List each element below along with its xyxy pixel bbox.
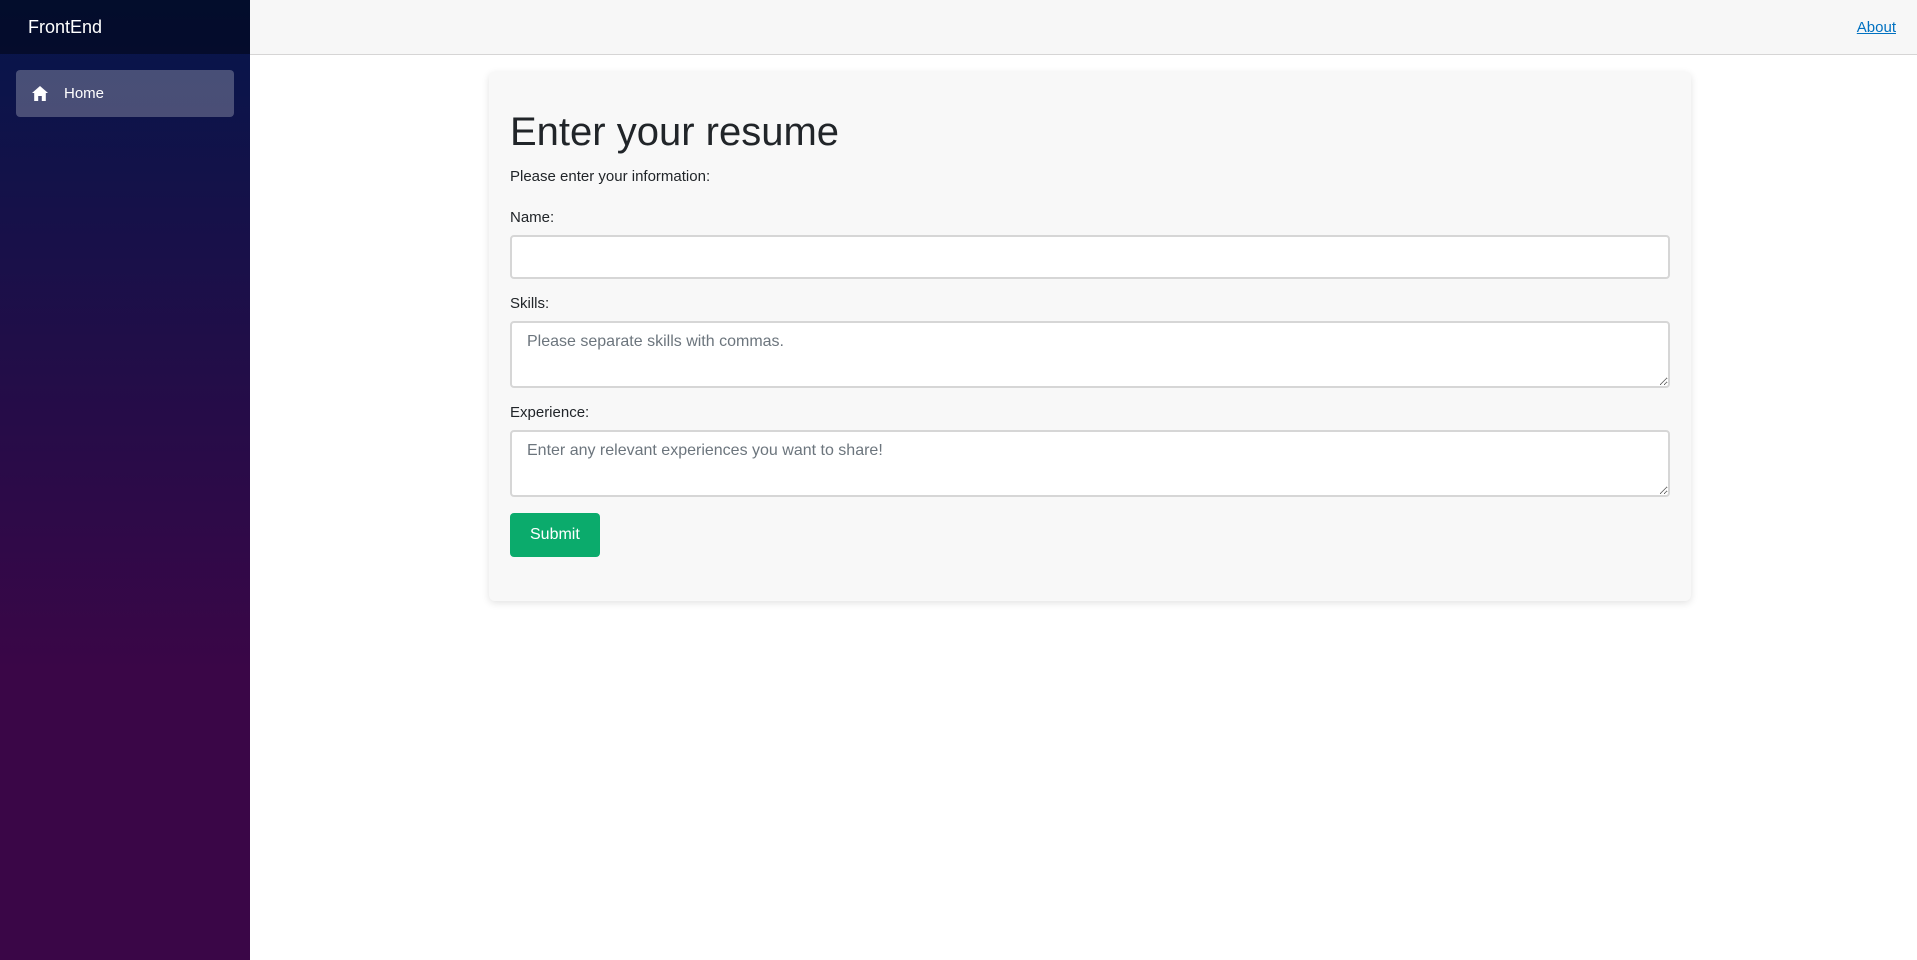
page-content: Enter your resume Please enter your info…	[250, 55, 1917, 960]
top-bar: About	[250, 0, 1917, 55]
sidebar: FrontEnd Home	[0, 0, 250, 960]
resume-card: Enter your resume Please enter your info…	[489, 72, 1691, 601]
name-label: Name:	[510, 209, 555, 226]
form-intro: Please enter your information:	[510, 168, 711, 185]
app-root: FrontEnd Home About Enter your resume Pl…	[0, 0, 1917, 960]
about-link[interactable]: About	[1857, 19, 1896, 36]
main-area: About Enter your resume Please enter you…	[250, 0, 1917, 960]
home-icon	[30, 84, 50, 104]
skills-textarea[interactable]	[510, 321, 1670, 388]
sidebar-header: FrontEnd	[0, 0, 250, 54]
name-field[interactable]	[510, 235, 1670, 279]
page-title: Enter your resume	[510, 110, 840, 154]
submit-button[interactable]: Submit	[510, 513, 600, 557]
brand-link[interactable]: FrontEnd	[28, 17, 102, 38]
experience-label: Experience:	[510, 404, 590, 421]
sidebar-item-home[interactable]: Home	[16, 70, 234, 117]
sidebar-item-label: Home	[64, 85, 105, 102]
skills-label: Skills:	[510, 295, 550, 312]
experience-textarea[interactable]	[510, 430, 1670, 497]
sidebar-nav: Home	[0, 54, 250, 117]
